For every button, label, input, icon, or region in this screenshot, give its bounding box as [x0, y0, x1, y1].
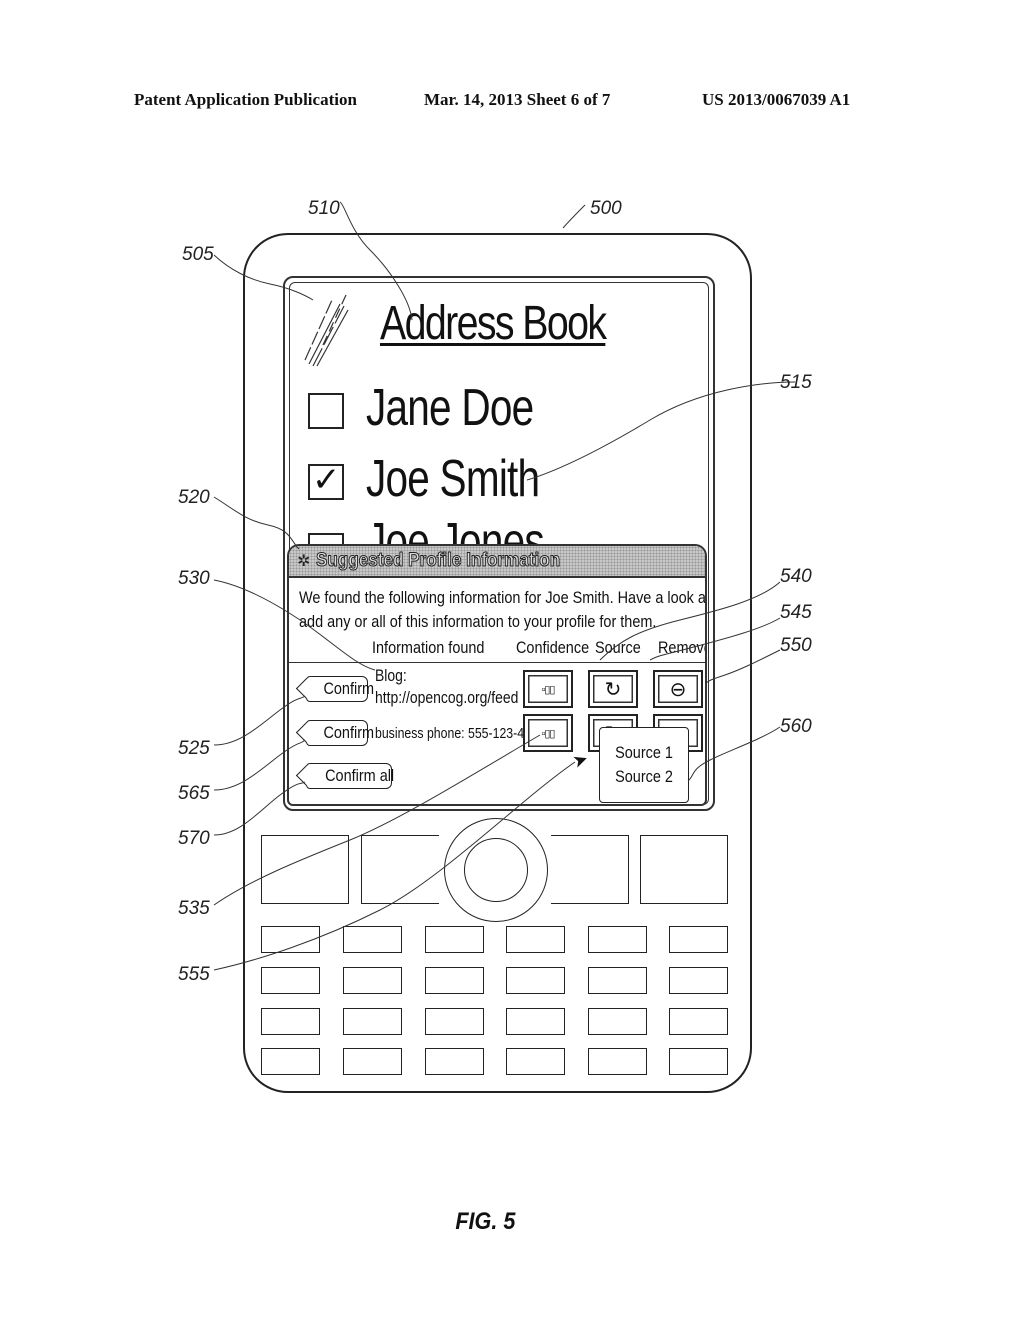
contact-checkbox-joe-smith[interactable]: ✓	[308, 460, 344, 500]
description-line-2: add any or all of this information to yo…	[299, 612, 657, 631]
figure-label: FIG. 5	[455, 1208, 516, 1235]
keypad-key-r1-c4[interactable]	[506, 926, 565, 953]
tooltip-source-1[interactable]: Source 1	[615, 741, 673, 765]
info-blog: Blog: http://opencog.org/feed	[375, 665, 518, 709]
ref-505: 505	[182, 244, 214, 265]
confidence-button-blog[interactable]: ▫▯▯	[523, 670, 573, 708]
soft-key-4[interactable]	[640, 835, 728, 904]
ref-545: 545	[780, 602, 812, 623]
keypad-key-r1-c6[interactable]	[669, 926, 728, 953]
patent-number: US 2013/0067039 A1	[702, 90, 851, 109]
refresh-arrow-icon: ↻	[604, 678, 622, 701]
keypad-key-r3-c6[interactable]	[669, 1008, 728, 1035]
ref-540: 540	[780, 566, 812, 587]
keypad-key-r3-c3[interactable]	[425, 1008, 484, 1035]
soft-key-1[interactable]	[261, 835, 349, 904]
keypad-key-r4-c5[interactable]	[588, 1048, 647, 1075]
keypad-key-r1-c1[interactable]	[261, 926, 320, 953]
checkmark-icon: ✓	[312, 460, 341, 500]
popup-description: We found the following information for J…	[299, 586, 707, 634]
ref-500: 500	[590, 198, 622, 219]
tooltip-source-2[interactable]: Source 2	[615, 765, 673, 789]
column-header-source: Source	[595, 638, 641, 657]
keypad-key-r2-c3[interactable]	[425, 967, 484, 994]
keypad-key-r4-c1[interactable]	[261, 1048, 320, 1075]
confirm-button-phone[interactable]: Confirm	[306, 720, 374, 746]
publication-date-sheet: Mar. 14, 2013 Sheet 6 of 7	[424, 90, 611, 109]
confidence-button-phone[interactable]: ▫▯▯	[523, 714, 573, 752]
ref-510: 510	[308, 198, 340, 219]
keypad-key-r1-c3[interactable]	[425, 926, 484, 953]
bar-chart-icon: ▫▯▯	[541, 727, 555, 740]
contact-checkbox-jane-doe[interactable]	[308, 393, 344, 429]
keypad-key-r3-c2[interactable]	[343, 1008, 402, 1035]
ref-520: 520	[178, 487, 210, 508]
info-business-phone: business phone: 555-123-4567	[375, 725, 545, 742]
keypad-key-r1-c5[interactable]	[588, 926, 647, 953]
keypad-key-r4-c2[interactable]	[343, 1048, 402, 1075]
ref-565: 565	[178, 783, 210, 804]
ref-550: 550	[780, 635, 812, 656]
column-header-remove: Remove	[658, 638, 707, 657]
soft-key-3[interactable]	[551, 835, 629, 904]
contact-name-joe-smith[interactable]: Joe Smith	[366, 449, 540, 509]
keypad-key-r4-c4[interactable]	[506, 1048, 565, 1075]
header-divider	[289, 662, 705, 663]
info-blog-label: Blog:	[375, 666, 407, 685]
keypad-key-r3-c1[interactable]	[261, 1008, 320, 1035]
keypad-key-r3-c4[interactable]	[506, 1008, 565, 1035]
keypad-key-r1-c2[interactable]	[343, 926, 402, 953]
bar-chart-icon: ▫▯▯	[541, 683, 555, 696]
keypad-key-r2-c1[interactable]	[261, 967, 320, 994]
ref-530: 530	[178, 568, 210, 589]
popup-header: ✲ Suggested Profile Information	[289, 546, 705, 578]
address-book-title: Address Book	[380, 297, 607, 350]
source-tooltip: Source 1 Source 2	[599, 727, 689, 803]
publication-label: Patent Application Publication	[134, 90, 357, 109]
ref-515: 515	[780, 372, 812, 393]
column-header-confidence: Confidence	[516, 638, 590, 657]
ref-525: 525	[178, 738, 210, 759]
confirm-button-blog[interactable]: Confirm	[306, 676, 374, 702]
keypad-key-r4-c6[interactable]	[669, 1048, 728, 1075]
gear-icon: ✲	[297, 553, 311, 570]
info-blog-url: http://opencog.org/feed	[375, 688, 519, 707]
column-header-info: Information found	[372, 638, 485, 657]
description-line-1: We found the following information for J…	[299, 588, 707, 607]
keypad-key-r2-c5[interactable]	[588, 967, 647, 994]
keypad-key-r2-c4[interactable]	[506, 967, 565, 994]
ref-570: 570	[178, 828, 210, 849]
remove-button-blog[interactable]: ⊖	[653, 670, 703, 708]
keypad-key-r2-c6[interactable]	[669, 967, 728, 994]
keypad-key-r4-c3[interactable]	[425, 1048, 484, 1075]
source-button-blog[interactable]: ↻	[588, 670, 638, 708]
keypad-key-r2-c2[interactable]	[343, 967, 402, 994]
keypad-key-r3-c5[interactable]	[588, 1008, 647, 1035]
nav-center-button[interactable]	[464, 838, 528, 902]
ref-535: 535	[178, 898, 210, 919]
contact-name-jane-doe[interactable]: Jane Doe	[366, 378, 534, 438]
remove-circle-icon: ⊖	[669, 678, 687, 701]
popup-title: Suggested Profile Information	[316, 550, 561, 572]
confirm-all-button[interactable]: Confirm all	[306, 763, 394, 789]
ref-560: 560	[780, 716, 812, 737]
ref-555: 555	[178, 964, 210, 985]
soft-key-2[interactable]	[361, 835, 439, 904]
